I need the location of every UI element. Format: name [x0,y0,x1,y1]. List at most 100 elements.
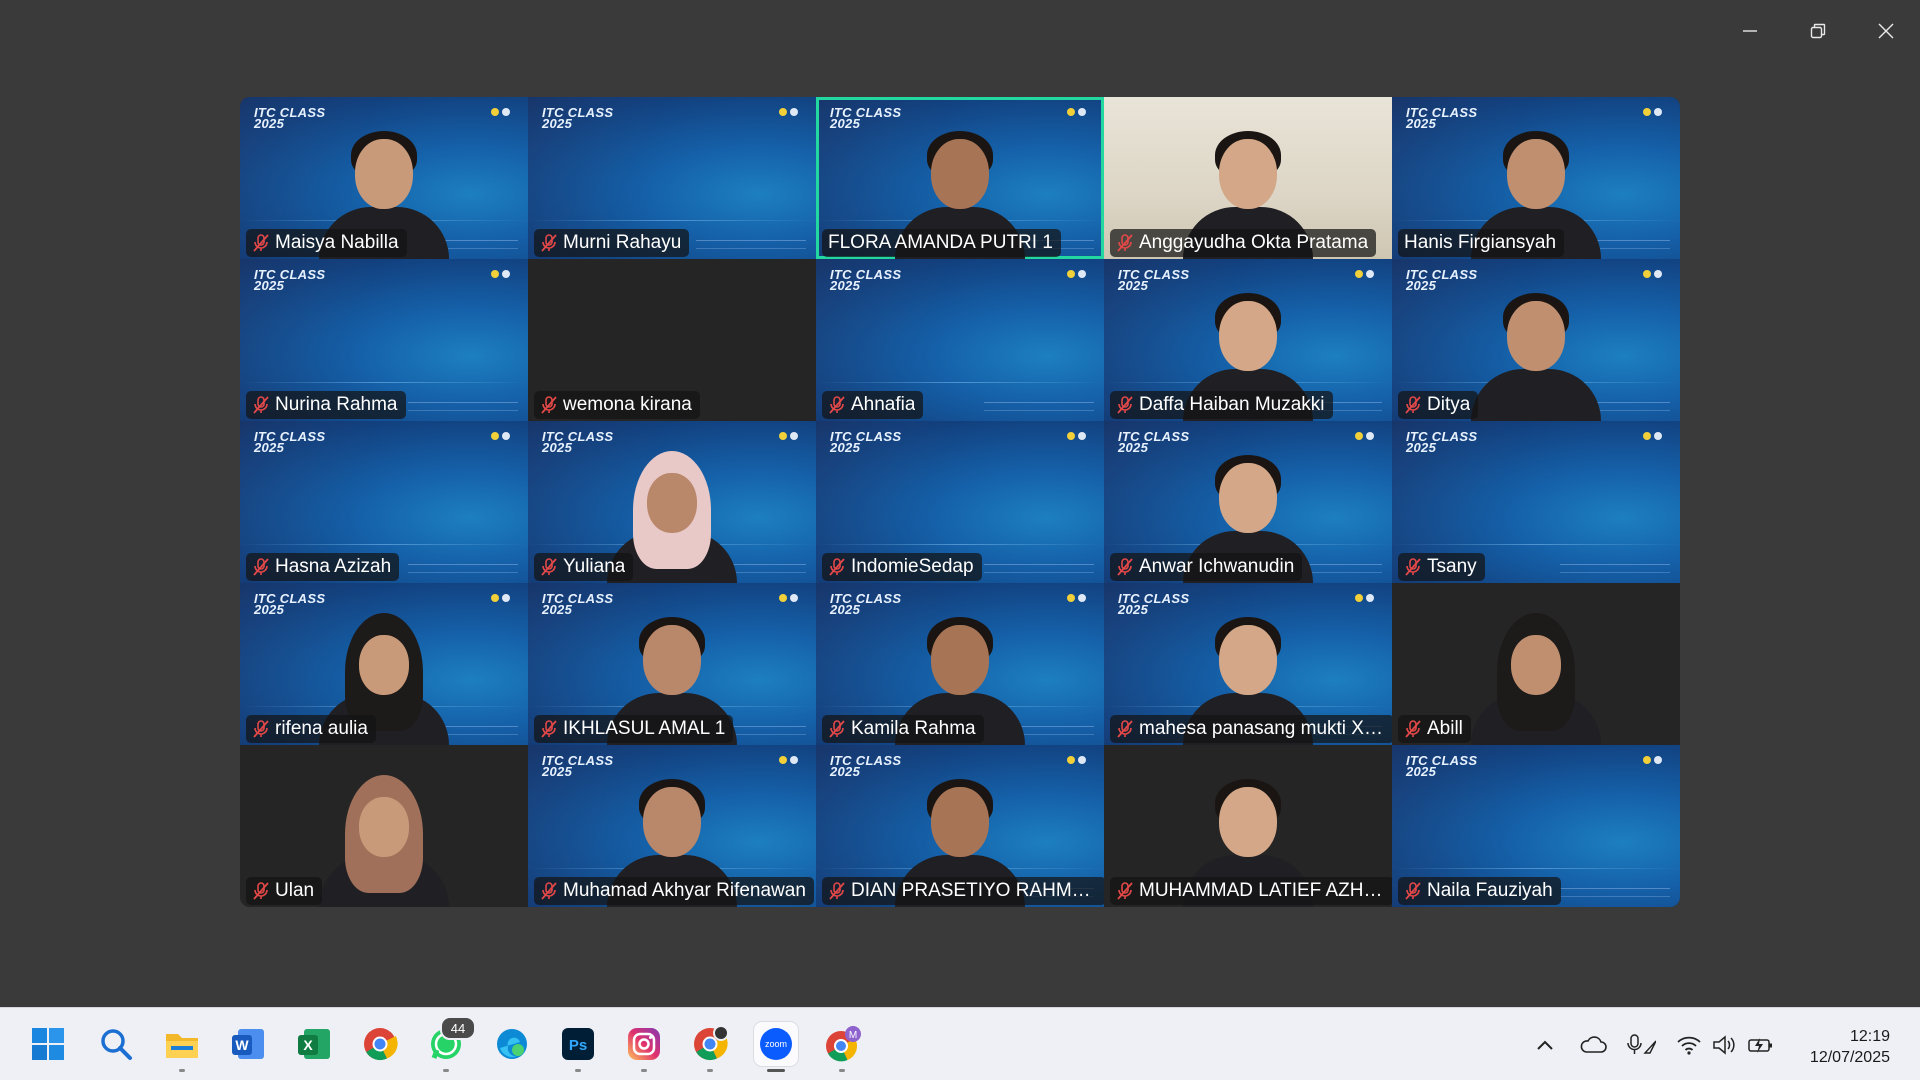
clock[interactable]: 12:19 12/07/2025 [1810,1026,1890,1068]
mic-muted-icon [1405,558,1421,576]
participant-name: Hasna Azizah [275,556,392,577]
start-button[interactable] [26,1022,70,1066]
search-button[interactable] [94,1022,138,1066]
restore-button[interactable] [1784,0,1852,62]
taskbar-zoom[interactable]: zoom [754,1022,798,1072]
participant-name-label: IndomieSedap [822,553,982,581]
participant-name: rifena aulia [275,718,368,739]
participant-name-label: Daffa Haiban Muzakki [1110,391,1333,419]
zoom-icon: zoom [760,1028,792,1060]
participant-name-label: Naila Fauziyah [1398,877,1561,905]
taskbar-chrome-profile[interactable] [688,1022,732,1072]
participant-tile[interactable]: ITC CLASS 2025 Kamila Rahma [816,583,1104,745]
running-indicator [707,1069,713,1072]
participant-name: Muhamad Akhyar Rifenawan [563,880,806,901]
participant-tile[interactable]: ITC CLASS 2025 Ditya [1392,259,1680,421]
event-logo: ITC CLASS 2025 [254,429,326,455]
svg-text:M: M [849,1030,857,1041]
sponsor-logo [1643,432,1662,440]
participant-tile[interactable]: ITC CLASS 2025 Ahnafia [816,259,1104,421]
running-indicator [839,1069,845,1072]
participant-name: wemona kirana [563,394,692,415]
participant-tile[interactable]: ITC CLASS 2025 IndomieSedap [816,421,1104,583]
participant-tile[interactable]: ITC CLASS 2025 Naila Fauziyah [1392,745,1680,907]
event-logo: ITC CLASS 2025 [830,429,902,455]
svg-text:zoom: zoom [765,1039,787,1049]
svg-text:Ps: Ps [569,1037,587,1054]
taskbar-word[interactable]: W [226,1022,270,1066]
participant-tile[interactable]: ITC CLASS 2025 IKHLASUL AMAL 1 [528,583,816,745]
participant-name-label: Abill [1398,715,1471,743]
participant-tile[interactable]: MUHAMMAD LATIEF AZHAR... [1104,745,1392,907]
event-logo: ITC CLASS 2025 [830,105,902,131]
close-button[interactable] [1852,0,1920,62]
word-icon: W [232,1029,264,1059]
taskbar-whatsapp[interactable]: 44 [424,1016,476,1072]
mic-muted-icon [541,558,557,576]
participant-name: IKHLASUL AMAL 1 [563,718,726,739]
battery-button[interactable] [1746,1030,1776,1060]
participant-tile[interactable]: ITC CLASS 2025 Maisya Nabilla [240,97,528,259]
taskbar-photoshop[interactable]: Ps [556,1022,600,1072]
participant-tile[interactable]: ITC CLASS 2025 Yuliana [528,421,816,583]
taskbar-instagram[interactable] [622,1022,666,1072]
event-logo: ITC CLASS 2025 [1406,429,1478,455]
participant-tile[interactable]: ITC CLASS 2025 Hanis Firgiansyah [1392,97,1680,259]
close-icon [1878,23,1894,39]
participant-tile[interactable]: ITC CLASS 2025 Hasna Azizah [240,421,528,583]
participant-name-label: Anggayudha Okta Pratama [1110,229,1377,257]
background-banner [408,402,518,411]
participant-name: Nurina Rahma [275,394,398,415]
mic-muted-icon [253,234,269,252]
mic-muted-icon [1117,234,1133,252]
mic-muted-icon [1117,720,1133,738]
participant-name-label: Anwar Ichwanudin [1110,553,1303,581]
taskbar-chrome[interactable] [358,1022,402,1066]
participant-tile[interactable]: ITC CLASS 2025 FLORA AMANDA PUTRI 1 [816,97,1104,259]
participant-name: Kamila Rahma [851,718,976,739]
participant-tile[interactable]: ITC CLASS 2025 rifena aulia [240,583,528,745]
participant-tile[interactable]: Ulan [240,745,528,907]
running-indicator [443,1069,449,1072]
running-indicator [179,1069,185,1072]
clock-time: 12:19 [1849,1028,1890,1045]
participant-tile[interactable]: ITC CLASS 2025 Tsany [1392,421,1680,583]
sponsor-logo [779,432,798,440]
background-banner [984,402,1094,411]
mic-location-button[interactable] [1626,1030,1656,1060]
cloud-icon [1580,1036,1607,1053]
taskbar-excel[interactable]: X [292,1022,336,1066]
participant-tile[interactable]: Anggayudha Okta Pratama [1104,97,1392,259]
sponsor-logo [1067,108,1086,116]
participant-tile[interactable]: ITC CLASS 2025 mahesa panasang mukti XII .… [1104,583,1392,745]
participant-tile[interactable]: ITC CLASS 2025 Muhamad Akhyar Rifenawan [528,745,816,907]
participant-tile[interactable]: ITC CLASS 2025 DIAN PRASETIYO RAHMAN [816,745,1104,907]
photoshop-icon: Ps [562,1028,594,1060]
onedrive-button[interactable] [1578,1030,1608,1060]
participant-tile[interactable]: ITC CLASS 2025 Anwar Ichwanudin [1104,421,1392,583]
event-logo: ITC CLASS 2025 [542,429,614,455]
taskbar-edge[interactable] [490,1022,534,1066]
participant-tile[interactable]: ITC CLASS 2025 Daffa Haiban Muzakki [1104,259,1392,421]
background-banner [1560,564,1670,573]
participant-name: Ditya [1427,394,1471,415]
participant-name: Abill [1427,718,1463,739]
participant-tile[interactable]: Abill [1392,583,1680,745]
participant-name: Daffa Haiban Muzakki [1139,394,1325,415]
sponsor-logo [1643,108,1662,116]
minimize-button[interactable] [1716,0,1784,62]
show-hidden-icons-button[interactable] [1530,1030,1560,1060]
participant-name: Hanis Firgiansyah [1404,232,1557,253]
participant-name: Yuliana [563,556,626,577]
volume-button[interactable] [1710,1030,1740,1060]
taskbar-chrome-profile-m[interactable]: M [820,1022,864,1072]
network-button[interactable] [1674,1030,1704,1060]
participant-tile[interactable]: ITC CLASS 2025 Murni Rahayu [528,97,816,259]
participant-tile[interactable]: wemona kirana [528,259,816,421]
taskbar-file-explorer[interactable] [160,1022,204,1072]
participant-tile[interactable]: ITC CLASS 2025 Nurina Rahma [240,259,528,421]
participant-name: Ulan [275,880,315,901]
clock-date: 12/07/2025 [1809,1049,1890,1066]
event-logo: ITC CLASS 2025 [1118,429,1190,455]
participant-name: Naila Fauziyah [1427,880,1553,901]
